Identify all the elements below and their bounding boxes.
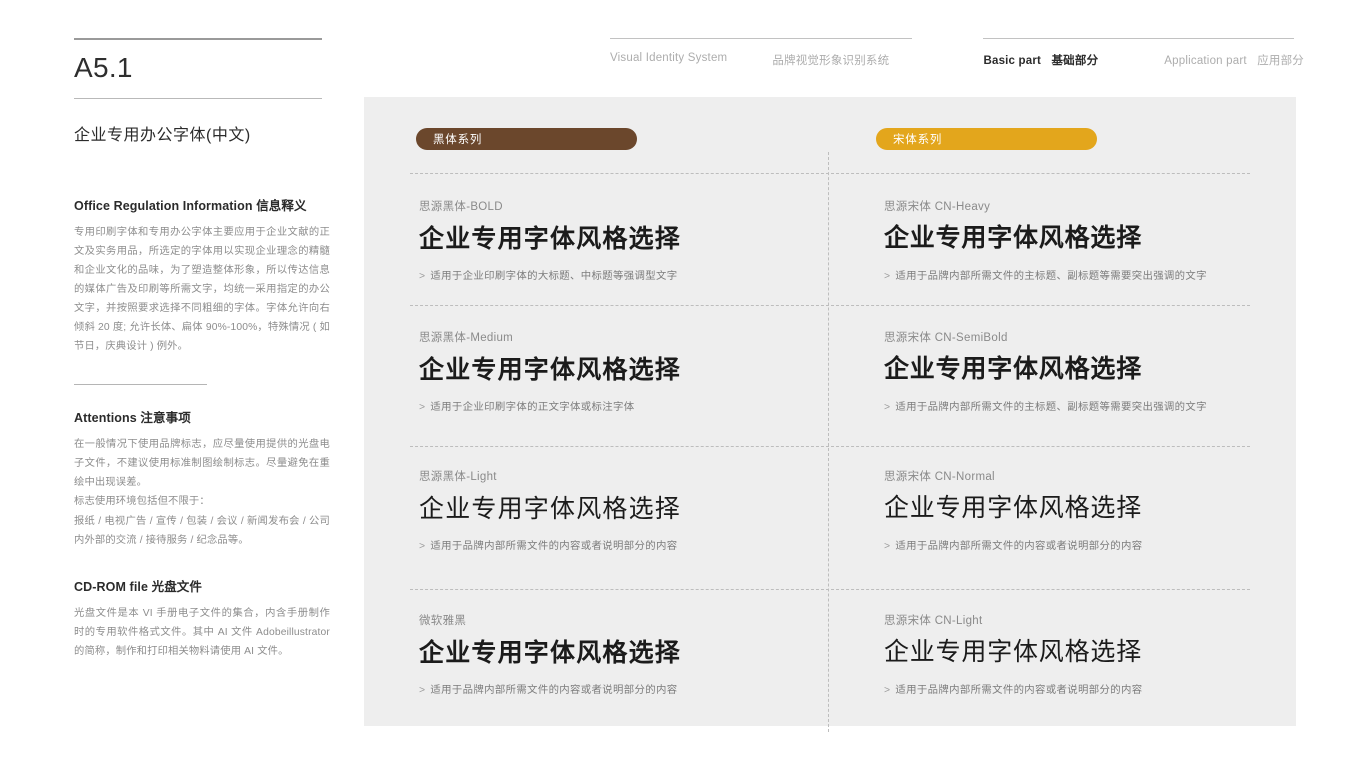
nav-label-cn: 品牌视觉形象识别系统 [772, 55, 890, 67]
specimen-note: > 适用于品牌内部所需文件的内容或者说明部分的内容 [419, 537, 819, 552]
specimen-name: 思源黑体-BOLD [419, 201, 503, 213]
block-divider [74, 384, 207, 386]
block-heading: Office Regulation Information 信息释义 [74, 195, 330, 214]
specimen-sample: 企业专用字体风格选择 [419, 495, 682, 523]
mid-rule [74, 98, 322, 99]
block-heading-cn: 注意事项 [140, 411, 191, 426]
specimen-sample: 企业专用字体风格选择 [419, 225, 682, 253]
specimen-note-text: 适用于品牌内部所需文件的主标题、副标题等需要突出强调的文字 [895, 270, 1207, 282]
block-body: 在一般情况下使用品牌标志，应尽量使用提供的光盘电子文件，不建议使用标准制图绘制标… [74, 439, 330, 546]
grid-line-horizontal [410, 446, 1250, 447]
grid-line-vertical [828, 152, 829, 732]
font-specimen-panel: 黑体系列 宋体系列 思源黑体-BOLD 企业专用字体风格选择 > 适用于企业印刷字… [364, 97, 1296, 732]
specimen-microsoft-yahei: 微软雅黑 企业专用字体风格选择 > 适用于品牌内部所需文件的内容或者说明部分的内容 [419, 612, 819, 696]
nav-item-visual-identity-system[interactable]: Visual Identity System [610, 52, 734, 68]
specimen-sample: 企业专用字体风格选择 [884, 225, 1143, 252]
specimen-note-text: 适用于品牌内部所需文件的内容或者说明部分的内容 [895, 684, 1143, 696]
nav-item-basic-part[interactable]: Basic part 基础部分 [983, 52, 1098, 68]
specimen-note-text: 适用于品牌内部所需文件的内容或者说明部分的内容 [430, 540, 678, 552]
chevron-right-icon: > [419, 540, 426, 552]
nav-item-application-part[interactable]: Application part 应用部分 [1164, 52, 1304, 68]
nav-items: Basic part 基础部分 Application part 应用部分 [983, 52, 1304, 68]
section-subtitle: 企业专用办公字体(中文) [74, 127, 251, 144]
nav-label-cn: 基础部分 [1051, 55, 1099, 67]
specimen-note: > 适用于品牌内部所需文件的主标题、副标题等需要突出强调的文字 [884, 267, 1284, 282]
header-nav: Visual Identity System 品牌视觉形象识别系统 Basic … [610, 38, 1304, 68]
nav-group-system: Visual Identity System 品牌视觉形象识别系统 [610, 38, 912, 68]
specimen-note: > 适用于品牌内部所需文件的内容或者说明部分的内容 [419, 681, 819, 696]
specimen-hei-bold: 思源黑体-BOLD 企业专用字体风格选择 > 适用于企业印刷字体的大标题、中标题等… [419, 198, 819, 282]
nav-rule [983, 38, 1295, 39]
specimen-note-text: 适用于品牌内部所需文件的内容或者说明部分的内容 [895, 540, 1143, 552]
nav-label-en: Visual Identity System [610, 52, 728, 64]
specimen-sample: 企业专用字体风格选择 [884, 356, 1143, 383]
badge-row: 黑体系列 宋体系列 [364, 128, 1296, 150]
nav-label-en: Basic part [983, 55, 1042, 67]
chevron-right-icon: > [419, 684, 426, 696]
nav-item-brand-system-cn[interactable]: 品牌视觉形象识别系统 [772, 52, 889, 68]
nav-group-parts: Basic part 基础部分 Application part 应用部分 [983, 38, 1304, 68]
info-block-attentions: Attentions 注意事项 在一般情况下使用品牌标志，应尽量使用提供的光盘电… [74, 407, 330, 549]
specimen-note-text: 适用于品牌内部所需文件的内容或者说明部分的内容 [430, 684, 678, 696]
block-heading-cn: 信息释义 [256, 199, 307, 213]
nav-label-en: Application part [1164, 55, 1247, 67]
specimen-name: 思源黑体-Medium [419, 332, 514, 344]
sidebar: A5.1 企业专用办公字体(中文) Office Regulation Info… [74, 38, 330, 661]
specimen-sample: 企业专用字体风格选择 [419, 356, 682, 384]
grid-line-horizontal [410, 305, 1250, 306]
page-title: A5.1 [74, 52, 133, 83]
info-blocks: Office Regulation Information 信息释义 专用印刷字… [74, 195, 330, 661]
specimen-note: > 适用于品牌内部所需文件的主标题、副标题等需要突出强调的文字 [884, 398, 1284, 413]
nav-rule [610, 38, 912, 39]
specimen-name: 思源宋体 CN-Heavy [884, 201, 991, 213]
block-heading: Attentions 注意事项 [74, 407, 330, 426]
specimen-sample: 企业专用字体风格选择 [884, 639, 1143, 666]
block-heading-en: Office Regulation Information [74, 199, 253, 213]
chevron-right-icon: > [884, 401, 891, 413]
specimen-note: > 适用于品牌内部所需文件的内容或者说明部分的内容 [884, 537, 1284, 552]
specimen-note: > 适用于企业印刷字体的正文字体或标注字体 [419, 398, 819, 413]
badge-hei-series[interactable]: 黑体系列 [416, 128, 637, 150]
specimen-note-text: 适用于品牌内部所需文件的主标题、副标题等需要突出强调的文字 [895, 401, 1207, 413]
specimen-sample: 企业专用字体风格选择 [884, 495, 1143, 522]
specimen-song-normal: 思源宋体 CN-Normal 企业专用字体风格选择 > 适用于品牌内部所需文件的内… [884, 468, 1284, 552]
nav-items: Visual Identity System 品牌视觉形象识别系统 [610, 52, 912, 68]
block-heading-cn: 光盘文件 [151, 579, 202, 594]
specimen-song-semibold: 思源宋体 CN-SemiBold 企业专用字体风格选择 > 适用于品牌内部所需文件… [884, 329, 1284, 413]
specimen-sample: 企业专用字体风格选择 [419, 639, 682, 667]
chevron-right-icon: > [884, 684, 891, 696]
specimen-note: > 适用于品牌内部所需文件的内容或者说明部分的内容 [884, 681, 1284, 696]
block-body: 专用印刷字体和专用办公字体主要应用于企业文献的正文及实务用品，所选定的字体用以实… [74, 227, 330, 353]
specimen-note: > 适用于企业印刷字体的大标题、中标题等强调型文字 [419, 267, 819, 282]
specimen-song-light: 思源宋体 CN-Light 企业专用字体风格选择 > 适用于品牌内部所需文件的内容… [884, 612, 1284, 696]
specimen-hei-light: 思源黑体-Light 企业专用字体风格选择 > 适用于品牌内部所需文件的内容或者说… [419, 468, 819, 552]
specimen-name: 思源宋体 CN-Light [884, 615, 983, 627]
chevron-right-icon: > [419, 401, 426, 413]
info-block-cdrom: CD-ROM file 光盘文件 光盘文件是本 VI 手册电子文件的集合，内含手… [74, 576, 330, 661]
specimen-name: 思源宋体 CN-SemiBold [884, 332, 1008, 344]
top-rule [74, 38, 322, 40]
block-heading: CD-ROM file 光盘文件 [74, 576, 330, 595]
specimen-song-heavy: 思源宋体 CN-Heavy 企业专用字体风格选择 > 适用于品牌内部所需文件的主标… [884, 198, 1284, 282]
nav-label-cn: 应用部分 [1257, 55, 1304, 67]
specimen-name: 思源宋体 CN-Normal [884, 471, 995, 483]
specimen-name: 微软雅黑 [419, 615, 467, 627]
specimen-name: 思源黑体-Light [419, 471, 497, 483]
chevron-right-icon: > [884, 270, 891, 282]
block-body: 光盘文件是本 VI 手册电子文件的集合，内含手册制作时的专用软件格式文件。其中 … [74, 607, 330, 657]
chevron-right-icon: > [884, 540, 891, 552]
specimen-note-text: 适用于企业印刷字体的大标题、中标题等强调型文字 [430, 270, 678, 282]
block-heading-en: Attentions [74, 411, 137, 426]
grid-line-horizontal [410, 173, 1250, 174]
block-heading-en: CD-ROM file [74, 579, 149, 594]
grid-line-horizontal [410, 589, 1250, 590]
chevron-right-icon: > [419, 270, 426, 282]
specimen-note-text: 适用于企业印刷字体的正文字体或标注字体 [430, 401, 635, 413]
badge-song-series[interactable]: 宋体系列 [876, 128, 1097, 150]
specimen-hei-medium: 思源黑体-Medium 企业专用字体风格选择 > 适用于企业印刷字体的正文字体或标… [419, 329, 819, 413]
vi-manual-page: A5.1 企业专用办公字体(中文) Office Regulation Info… [0, 0, 1366, 768]
info-block-office-regulation: Office Regulation Information 信息释义 专用印刷字… [74, 195, 330, 356]
